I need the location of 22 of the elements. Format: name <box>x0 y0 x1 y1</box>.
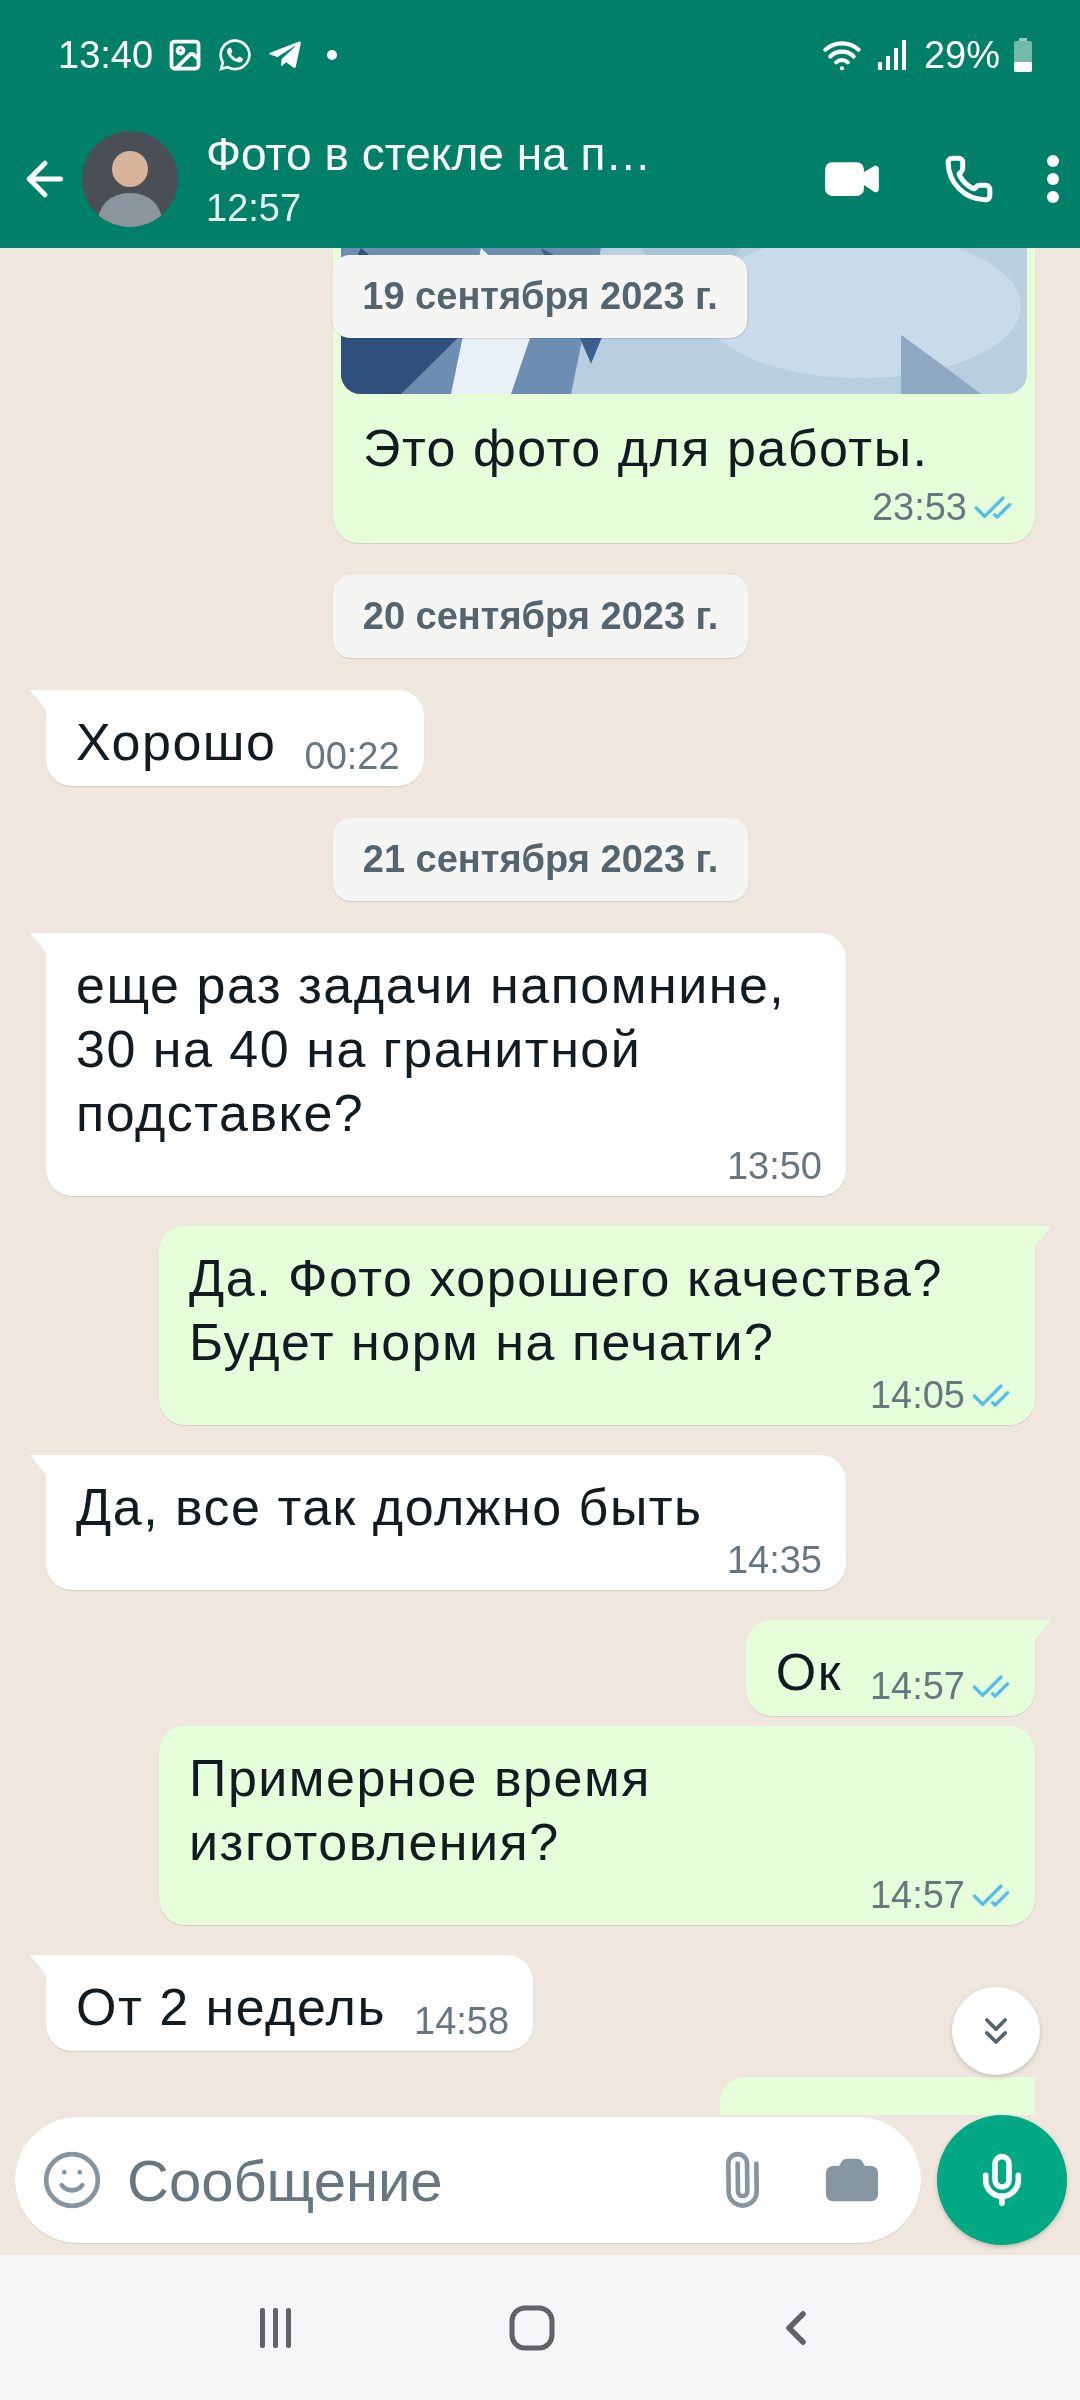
message-text: Хорошо <box>76 712 277 773</box>
date-chip: 21 сентября 2023 г. <box>332 818 749 901</box>
floating-date-toast: 19 сентября 2023 г. <box>332 255 748 338</box>
message-time: 00:22 <box>304 735 400 778</box>
message-time: 14:35 <box>726 1539 822 1582</box>
message-time: 23:53 <box>871 486 967 529</box>
message-time: 14:05 <box>869 1374 965 1417</box>
battery-percentage: 29% <box>923 33 1000 77</box>
message-text: Ок <box>775 1642 842 1703</box>
message-time: 14:58 <box>414 2000 510 2043</box>
last-seen-time: 12:57 <box>206 186 303 231</box>
message-text: Да, все так должно быть <box>76 1477 703 1538</box>
message-time: 14:57 <box>869 1665 965 1708</box>
message-text: От 2 недель <box>76 1977 387 2038</box>
message-text: еще раз задачи напомнине, 30 на 40 на гранитной подставке? <box>76 955 787 1144</box>
message-time: 13:50 <box>726 1145 822 1188</box>
date-chip: 20 сентября 2023 г. <box>332 575 749 658</box>
status-time: 13:40 <box>58 33 154 77</box>
message-text: Примерное время изготовления? <box>189 1748 652 1873</box>
message-text: Это фото для работы. <box>362 418 930 479</box>
message-text: Да. Фото хорошего качества? Будет норм на печати? <box>189 1248 944 1373</box>
message-time: 14:57 <box>869 1874 965 1917</box>
